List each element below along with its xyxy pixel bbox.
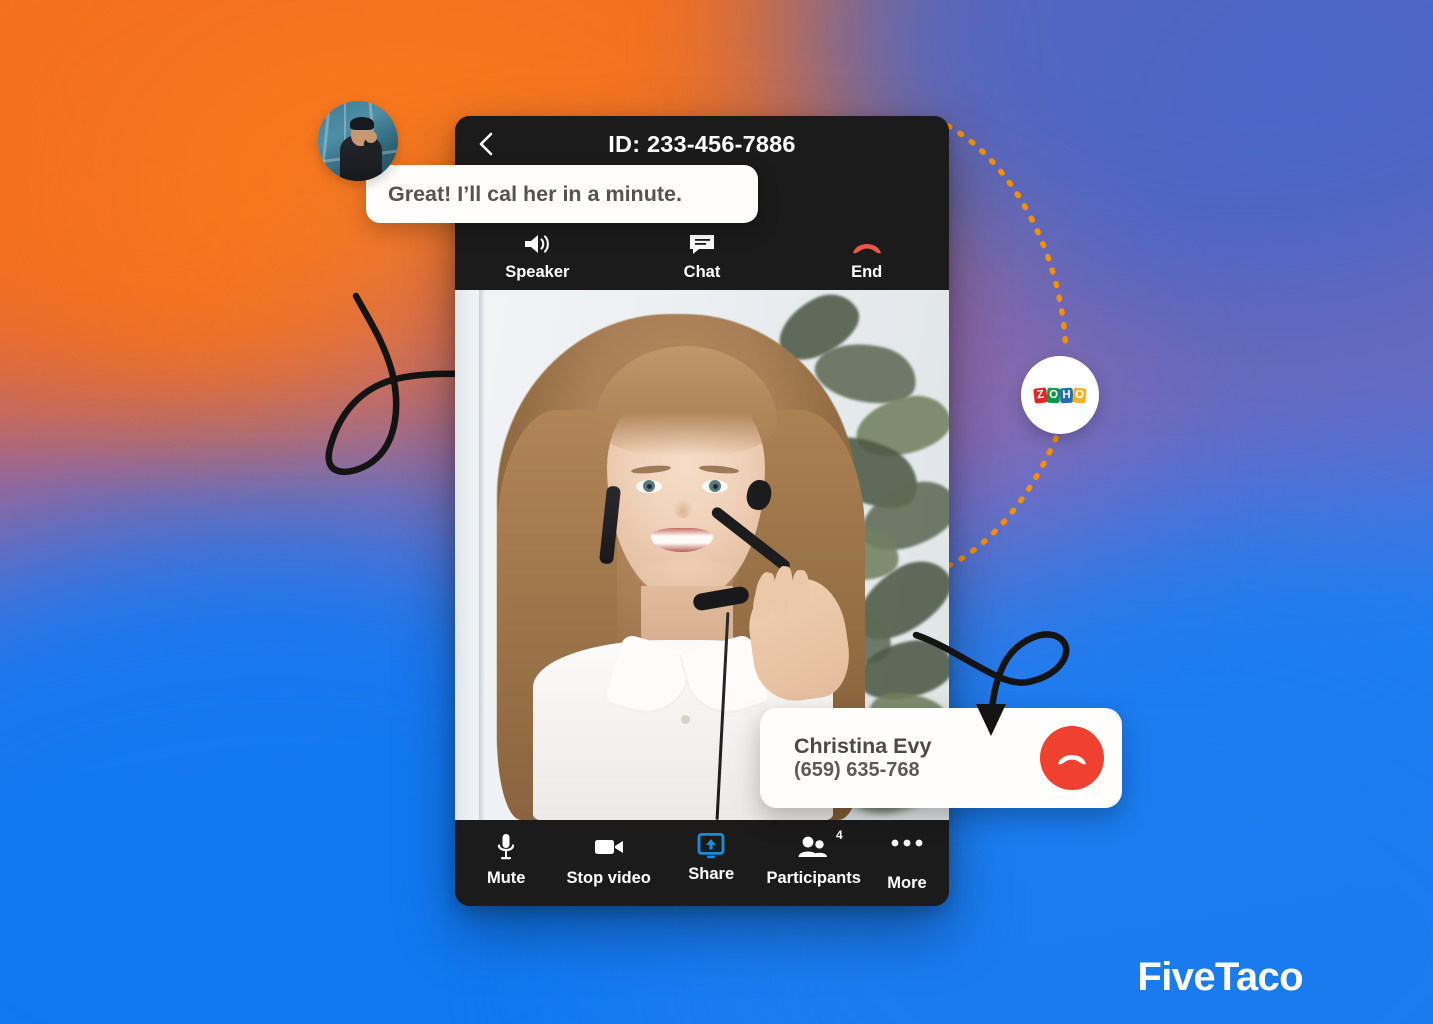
caller-info: Christina Evy (659) 635-768 (794, 734, 931, 783)
caller-phone-number: (659) 635-768 (794, 758, 920, 781)
video-camera-icon (594, 832, 624, 862)
end-call-icon (1058, 755, 1086, 765)
caller-end-call-button[interactable] (1040, 726, 1104, 790)
screenshot-canvas: ID: 233-456-7886 Speaker Chat End Mute S… (0, 0, 1433, 1024)
participants-label: Participants (766, 869, 861, 887)
zoho-letter-o2: O (1072, 386, 1087, 404)
ellipsis-icon (890, 832, 924, 862)
shirt-button (681, 715, 690, 724)
end-call-button[interactable]: End (784, 231, 949, 282)
zoho-letter-o1: O (1046, 387, 1061, 403)
person-pupil (647, 484, 652, 489)
zoho-logo: Z O H O (1033, 386, 1087, 404)
speaker-button[interactable]: Speaker (455, 231, 620, 282)
call-header: ID: 233-456-7886 (455, 116, 949, 172)
chat-avatar (318, 101, 398, 181)
zoho-letter-z: Z (1033, 386, 1048, 404)
share-label: Share (688, 865, 735, 883)
mute-label: Mute (486, 869, 526, 887)
dotted-connector-top (945, 123, 1069, 355)
dotted-connector-bottom (945, 435, 1059, 569)
incoming-caller-card: Christina Evy (659) 635-768 (760, 708, 1122, 808)
call-id-label: ID: 233-456-7886 (608, 130, 796, 157)
microphone-icon (496, 832, 516, 862)
chevron-left-icon[interactable] (475, 131, 497, 157)
video-wall-stripe (479, 290, 485, 820)
screen-share-icon (696, 832, 726, 862)
more-label: More (887, 874, 927, 892)
zoho-badge[interactable]: Z O H O (1021, 356, 1099, 434)
participants-count-badge: 4 (836, 828, 843, 842)
zoho-letter-h: H (1059, 387, 1074, 403)
chat-bubble-icon (688, 231, 716, 257)
fivetaco-watermark: FiveTaco (1137, 955, 1303, 999)
speaker-label: Speaker (505, 263, 570, 281)
caller-name: Christina Evy (794, 733, 932, 758)
stop-video-button[interactable]: Stop video (557, 832, 659, 888)
participants-button[interactable]: 4 Participants (762, 828, 864, 888)
person-nose (673, 496, 693, 518)
chat-label: Chat (683, 263, 721, 281)
mute-button[interactable]: Mute (455, 832, 557, 888)
chat-message-text: Great! I’ll cal her in a minute. (388, 181, 682, 206)
call-bottom-toolbar: Mute Stop video Share 4 Participants Mor… (455, 820, 949, 906)
chat-button[interactable]: Chat (620, 231, 785, 282)
share-button[interactable]: Share (660, 832, 762, 884)
person-pupil (713, 484, 718, 489)
speaker-icon (522, 231, 552, 257)
more-button[interactable]: More (865, 832, 949, 893)
stop-video-label: Stop video (566, 869, 651, 887)
end-call-icon (850, 231, 884, 257)
chat-message-bubble: Great! I’ll cal her in a minute. (366, 165, 758, 223)
avatar-bg-line (319, 101, 332, 181)
participants-icon: 4 (797, 828, 843, 862)
avatar-hair (350, 117, 374, 130)
avatar-hand (365, 131, 377, 143)
end-label: End (851, 263, 883, 281)
